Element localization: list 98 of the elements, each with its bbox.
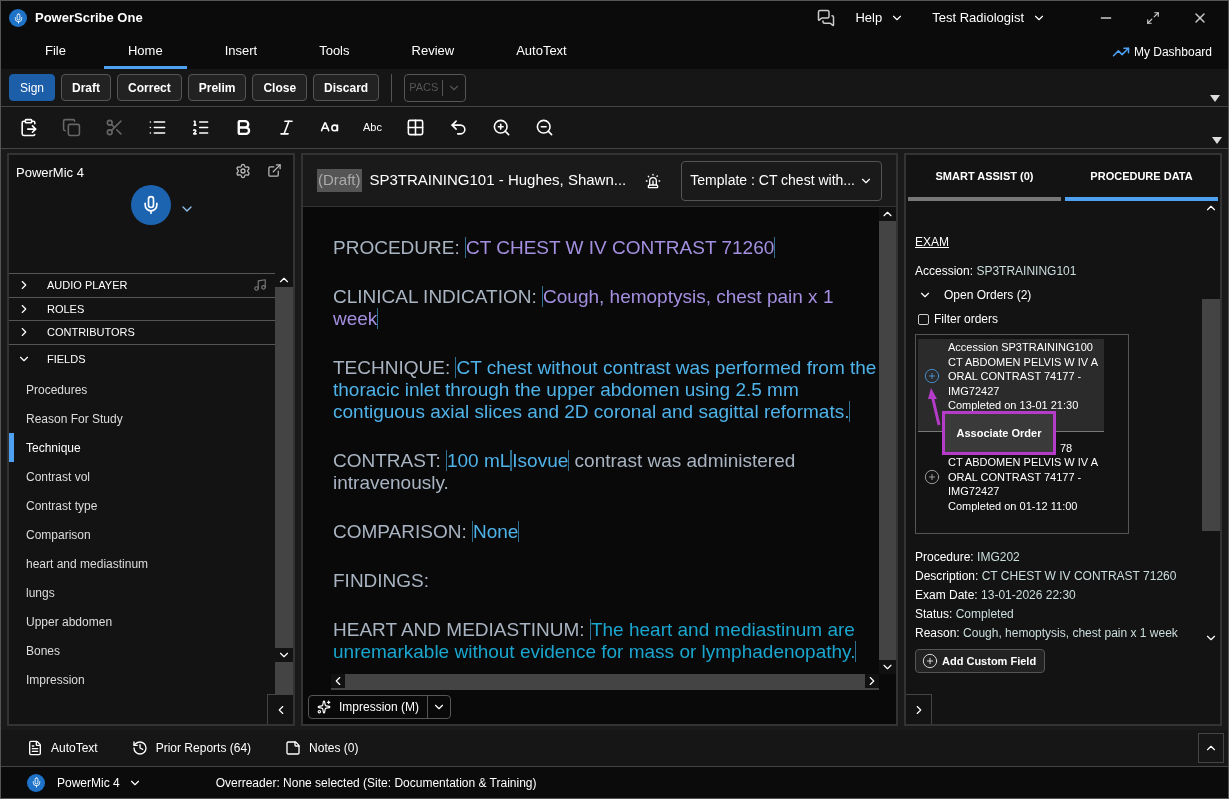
- panel-title: PowerMic 4: [16, 164, 84, 182]
- undo-icon: [449, 118, 468, 137]
- status-text: Overreader: None selected (Site: Documentation & Training): [215, 774, 537, 792]
- field-item[interactable]: heart and mediastinum: [9, 549, 275, 578]
- note-icon: [285, 740, 302, 756]
- italic-icon: [277, 118, 296, 137]
- impression-button[interactable]: Impression (M): [308, 695, 451, 719]
- app-logo-icon: [9, 9, 27, 27]
- detail-text: Exam Date: 13-01-2026 22:30: [915, 588, 1077, 602]
- microphone-icon: [141, 194, 161, 215]
- paste-icon: [19, 118, 38, 137]
- draft-status: (Draft): [317, 169, 362, 192]
- action-button[interactable]: Sign: [9, 74, 56, 101]
- field-item[interactable]: Bones: [9, 636, 275, 665]
- field-item[interactable]: Contrast vol: [9, 462, 275, 491]
- report-paragraph: FINDINGS:: [333, 570, 431, 592]
- open-orders-toggle[interactable]: Open Orders (2): [915, 286, 1032, 304]
- menu-tab[interactable]: Insert: [200, 35, 282, 69]
- menu-tab[interactable]: Tools: [295, 35, 374, 69]
- report-paragraph: TECHNIQUE: CT chest without contrast was performed from the thoracic inlet through the upper abdomen using 2.5 mm contiguous axial slices and 2D coronal and sagittal reformats.: [333, 357, 877, 423]
- scroll-down-icon[interactable]: [879, 660, 896, 674]
- scroll-up-icon[interactable]: [879, 207, 896, 221]
- report-paragraph: PROCEDURE: CT CHEST W IV CONTRAST 71260: [333, 237, 777, 259]
- accordion-header[interactable]: FIELDS: [9, 344, 275, 375]
- action-button[interactable]: Draft: [61, 74, 112, 101]
- scissors-icon: [105, 118, 124, 137]
- report-paragraph: COMPARISON: None: [333, 521, 521, 543]
- panel-tab[interactable]: PROCEDURE DATA: [1065, 155, 1218, 201]
- template-dropdown[interactable]: Template : CT chest with...: [681, 160, 882, 201]
- scroll-down-icon[interactable]: [275, 648, 293, 662]
- add-custom-field-button[interactable]: Add Custom Field: [915, 649, 1045, 673]
- menu-tab[interactable]: File: [21, 35, 90, 69]
- bottom-tab[interactable]: AutoText: [27, 739, 98, 757]
- action-button[interactable]: Discard: [313, 74, 380, 101]
- field-item[interactable]: Procedures: [9, 375, 275, 404]
- bottom-tab[interactable]: Notes (0): [285, 739, 359, 757]
- microphone-button[interactable]: [131, 184, 171, 225]
- document-icon: [27, 740, 43, 756]
- field-item[interactable]: lungs: [9, 578, 275, 607]
- copy-icon: [62, 118, 81, 137]
- checkbox[interactable]: [918, 313, 929, 325]
- accordion-header[interactable]: AUDIO PLAYER: [9, 274, 275, 298]
- add-circle-icon: [922, 653, 938, 669]
- detail-text: Reason: Cough, hemoptysis, chest pain x 1 week: [915, 626, 1179, 640]
- sparkle-icon: [317, 700, 331, 714]
- numbered-list-icon: [191, 118, 210, 137]
- tooltip: Associate Order: [942, 411, 1056, 455]
- zoom-out-icon: [535, 118, 554, 137]
- scroll-left-icon[interactable]: [331, 674, 345, 688]
- settings-icon[interactable]: [235, 163, 251, 179]
- field-item[interactable]: Contrast type: [9, 491, 275, 520]
- add-circle-icon[interactable]: [924, 368, 940, 385]
- dropdown-arrow-icon[interactable]: [1210, 95, 1220, 102]
- accordion-header[interactable]: CONTRIBUTORS: [9, 321, 275, 345]
- zoom-in-icon: [492, 118, 511, 137]
- action-button[interactable]: Correct: [117, 74, 182, 101]
- window-title: PowerScribe One: [35, 9, 143, 28]
- bottom-tab[interactable]: Prior Reports (64): [131, 739, 252, 757]
- section-heading: EXAM: [915, 234, 949, 251]
- dropdown-arrow-icon[interactable]: [1212, 137, 1222, 144]
- detail-text: Description: CT CHEST W IV CONTRAST 71260: [915, 569, 1178, 583]
- detail-text: Status: Completed: [915, 607, 1015, 621]
- music-note-icon: [253, 278, 267, 293]
- device-dropdown[interactable]: PowerMic 4: [57, 773, 142, 792]
- field-item[interactable]: Impression: [9, 665, 275, 694]
- action-button[interactable]: Prelim: [187, 74, 247, 101]
- report-paragraph: HEART AND MEDIASTINUM: The heart and mediastinum are unremarkable without evidence for mass or lymphadenopathy.: [333, 619, 858, 663]
- report-paragraph: CONTRAST: 100 mL Isovue contrast was administered intravenously.: [333, 450, 797, 494]
- spell-check-button[interactable]: Abc: [351, 119, 394, 136]
- menu-tab[interactable]: AutoText: [492, 35, 591, 69]
- menu-tab[interactable]: Review: [387, 35, 479, 69]
- action-button[interactable]: Close: [252, 74, 308, 101]
- microphone-icon: [27, 773, 45, 792]
- panel-tab[interactable]: SMART ASSIST (0): [908, 155, 1061, 201]
- restore-icon[interactable]: [1146, 11, 1160, 25]
- scrollbar[interactable]: [879, 207, 896, 674]
- horizontal-scrollbar[interactable]: [331, 674, 879, 690]
- bullet-list-icon: [148, 118, 167, 137]
- scroll-right-icon[interactable]: [865, 674, 879, 688]
- table-icon: [406, 118, 425, 137]
- accession-text: Accession: SP3TRAINING101: [915, 263, 1078, 280]
- report-title: SP3TRAINING101 - Hughes, Shawn...: [369, 170, 628, 191]
- alert-icon[interactable]: [645, 172, 662, 189]
- detail-text: Procedure: IMG202: [915, 550, 1021, 564]
- popout-icon[interactable]: [267, 163, 282, 178]
- dashboard-link[interactable]: My Dashboard: [1111, 43, 1212, 61]
- accordion-header[interactable]: ROLES: [9, 297, 275, 322]
- add-circle-icon[interactable]: [924, 468, 940, 485]
- help-menu[interactable]: Help: [855, 8, 905, 28]
- field-item[interactable]: Upper abdomen: [9, 607, 275, 636]
- user-menu[interactable]: Test Radiologist: [932, 8, 1046, 28]
- field-item[interactable]: Reason For Study: [9, 404, 275, 433]
- checkbox-label: Filter orders: [934, 311, 998, 328]
- report-paragraph: CLINICAL INDICATION: Cough, hemoptysis, chest pain x 1 week: [333, 286, 835, 330]
- scrollbar[interactable]: [275, 273, 293, 694]
- chat-icon[interactable]: [817, 9, 836, 27]
- history-icon: [131, 740, 148, 756]
- field-item[interactable]: Comparison: [9, 520, 275, 549]
